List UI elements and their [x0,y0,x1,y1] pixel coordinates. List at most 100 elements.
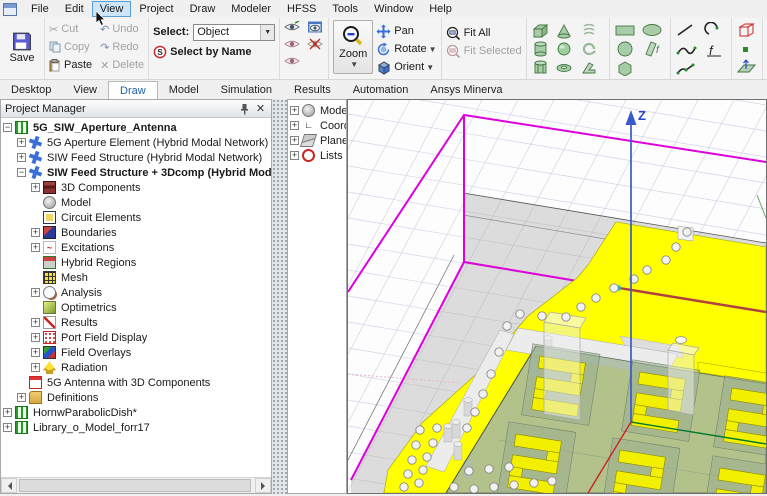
tree-expander[interactable]: + [31,333,40,342]
tree-expander[interactable]: + [31,318,40,327]
draw-sweep-icon[interactable] [583,63,595,73]
tree-expander[interactable]: + [31,228,40,237]
tree-item-excitations[interactable]: + ~ Excitations [1,240,271,255]
tab-results[interactable]: Results [283,81,342,99]
tree-expander[interactable]: + [17,138,26,147]
tree-expander[interactable]: + [290,121,299,130]
menu-file[interactable]: File [23,1,57,17]
draw-circle-icon[interactable] [618,42,632,56]
draw-point-icon[interactable] [743,47,748,52]
operations-button[interactable]: Operations ▼ [763,18,767,79]
tree-expander[interactable]: + [290,106,299,115]
draw-plane-icon[interactable] [738,60,755,72]
3d-scene[interactable]: Z [348,100,766,493]
fit-all-button[interactable]: Fit All [446,24,522,42]
draw-spiral-icon[interactable] [584,44,595,54]
rotate-button[interactable]: Rotate▼ [376,40,436,58]
tree-item-field-overlays[interactable]: + Field Overlays [1,345,271,360]
draw-torus-icon[interactable] [557,65,571,72]
draw-box-icon[interactable] [534,25,547,37]
tree-item-5g-siw-aperture-antenna[interactable]: − 5G_SIW_Aperture_Antenna [1,120,271,135]
draw-cone-icon[interactable] [558,25,570,38]
tree-item-hornwparabolicdish[interactable]: + HornwParabolicDish* [1,405,271,420]
tree-item-radiation[interactable]: + Radiation [1,360,271,375]
orient-button[interactable]: Orient▼ [376,58,436,76]
draw-spline-icon[interactable] [676,47,696,55]
draw-region-icon[interactable] [740,24,753,36]
tree-expander[interactable]: − [3,123,12,132]
pin-icon[interactable] [238,102,251,115]
menu-edit[interactable]: Edit [57,1,92,17]
tree-expander[interactable]: + [31,243,40,252]
tree-item-planes[interactable]: + Planes [288,133,346,148]
delete-button[interactable]: ✕Delete [100,56,144,74]
tree-expander[interactable]: + [3,423,12,432]
visibility-window-icon[interactable] [307,21,324,33]
panel-splitter[interactable] [272,99,287,494]
tree-item-3d-components[interactable]: + 3D Components [1,180,271,195]
tree-expander[interactable]: + [17,393,26,402]
select-mode-dropdown[interactable]: Object ▼ [193,24,275,41]
tree-item-port-field-display[interactable]: + Port Field Display [1,330,271,345]
show-all-icon[interactable] [284,55,301,67]
draw-equation-surface-icon[interactable]: f [646,42,660,56]
tree-item-model[interactable]: Model [1,195,271,210]
tree-expander[interactable]: + [31,288,40,297]
tree-item-circuit-elements[interactable]: Circuit Elements [1,210,271,225]
draw-helix-icon[interactable] [584,25,594,35]
tree-item-results[interactable]: + Results [1,315,271,330]
tree-item-definitions[interactable]: + Definitions [1,390,271,405]
show-selected-icon[interactable] [284,21,301,33]
tree-expander[interactable]: + [290,151,299,160]
tab-view[interactable]: View [62,81,108,99]
menu-window[interactable]: Window [366,1,421,17]
cut-button[interactable]: ✂Cut [49,20,92,38]
menu-draw[interactable]: Draw [182,1,224,17]
menu-help[interactable]: Help [421,1,460,17]
draw-regular-polygon-icon[interactable] [619,62,631,76]
tree-item-5g-antenna-with-3d-components[interactable]: 5G Antenna with 3D Components [1,375,271,390]
zoom-button[interactable]: Zoom ▼ [333,20,373,74]
draw-polyline-icon[interactable] [676,64,694,75]
tree-expander[interactable]: + [290,136,299,145]
tree-item-siw-feed-structure-hybrid-modal-network[interactable]: + SIW Feed Structure (Hybrid Modal Netwo… [1,150,271,165]
tree-expander[interactable]: + [17,153,26,162]
menu-project[interactable]: Project [131,1,181,17]
draw-rectangle-icon[interactable] [616,26,634,35]
tree-item-siw-feed-structure-3dcomp-hybrid-modal-netw[interactable]: − SIW Feed Structure + 3Dcomp (Hybrid Mo… [1,165,271,180]
tree-item-mesh[interactable]: Mesh [1,270,271,285]
scroll-left-icon[interactable] [1,478,17,493]
tab-ansys-minerva[interactable]: Ansys Minerva [419,81,513,99]
tree-item-optimetrics[interactable]: Optimetrics [1,300,271,315]
draw-ellipse-icon[interactable] [643,25,661,36]
menu-modeler[interactable]: Modeler [223,1,279,17]
tree-expander[interactable]: + [31,363,40,372]
select-by-name-button[interactable]: S Select by Name [153,43,275,61]
redo-button[interactable]: ↷Redo [100,38,144,56]
draw-sphere-icon[interactable] [558,43,570,55]
tree-expander[interactable]: − [17,168,26,177]
hide-all-icon[interactable] [307,38,324,50]
tree-item-5g-aperture-element-hybrid-modal-network[interactable]: + 5G Aperture Element (Hybrid Modal Netw… [1,135,271,150]
pan-button[interactable]: Pan [376,22,436,40]
draw-cylinder-icon[interactable] [535,42,546,56]
tree-item-library-o-model-forr17[interactable]: + Library_o_Model_forr17 [1,420,271,435]
modeler-3d-viewport[interactable]: Z [347,99,767,494]
draw-equation-curve-icon[interactable]: f [707,43,721,58]
tree-item-hybrid-regions[interactable]: Hybrid Regions [1,255,271,270]
draw-regular-prism-icon[interactable] [535,61,546,73]
draw-line-icon[interactable] [678,25,692,35]
tab-draw[interactable]: Draw [108,81,158,100]
tab-simulation[interactable]: Simulation [210,81,283,99]
tree-expander[interactable]: + [31,183,40,192]
horizontal-scrollbar[interactable] [1,477,271,493]
draw-arc-icon[interactable] [705,22,718,34]
menu-tools[interactable]: Tools [324,1,366,17]
tree-item-model[interactable]: + Model [288,103,346,118]
scroll-right-icon[interactable] [255,478,271,493]
tree-item-coord[interactable]: + ∟ Coord [288,118,346,133]
tree-expander[interactable]: + [3,408,12,417]
fit-selected-button[interactable]: Fit Selected [446,42,522,60]
close-icon[interactable]: ✕ [254,102,267,115]
tree-item-lists[interactable]: + Lists [288,148,346,163]
